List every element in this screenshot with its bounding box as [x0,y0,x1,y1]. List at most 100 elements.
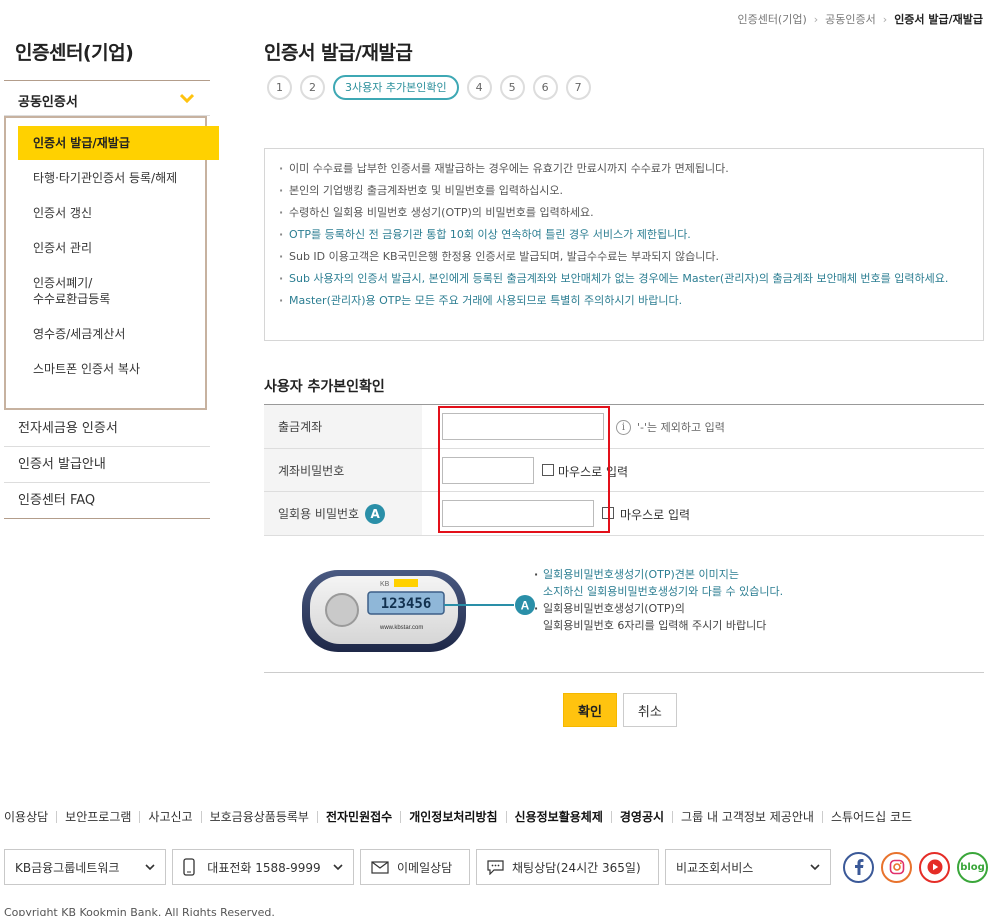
sidebar-submenu: 인증서 발급/재발급 타행·타기관인증서 등록/해제 인증서 갱신 인증서 관리… [4,116,219,410]
otp-note-line: 일회용비밀번호 6자리를 입력해 주시기 바랍니다 [543,619,767,632]
chat-button[interactable]: 채팅상담(24시간 365일) [476,849,659,885]
footer-bar: KB금융그룹네트워크 대표전화 1588-9999 이메일상담 채팅상담(24시… [4,849,988,885]
footer-link[interactable]: 신용정보활용체제 [505,811,611,823]
form-table: 출금계좌 i '-'는 제외하고 입력 계좌비밀번호 마우스로 입력 일회용 비… [264,404,984,536]
phone-icon [183,858,195,876]
footer-link[interactable]: 보안프로그램 [56,811,139,823]
notice-item: 수령하신 일회용 비밀번호 생성기(OTP)의 비밀번호를 입력하세요. [279,205,969,221]
sidebar-item-manage[interactable]: 인증서 관리 [6,240,205,256]
sidebar-item-other-cert[interactable]: 타행·타기관인증서 등록/해제 [6,170,205,186]
step-indicator: 1 2 3사용자 추가본인확인 4 5 6 7 [267,75,591,100]
compare-label: 비교조회서비스 [676,860,754,875]
account-hint: i '-'는 제외하고 입력 [616,419,725,435]
social-links: blog [843,851,988,883]
blog-icon[interactable]: blog [957,851,988,883]
account-label: 출금계좌 [264,405,422,448]
otp-device-url: www.kbstar.com [379,625,423,631]
mail-icon [371,860,389,874]
breadcrumb-item-center[interactable]: 인증센터(기업) [737,11,806,27]
otp-mouse-input-label[interactable]: 마우스로 입력 [620,506,690,523]
breadcrumb-separator: › [882,13,888,26]
step-2: 2 [300,75,325,100]
phone-label: 대표전화 1588-9999 [207,860,321,875]
notice-item: Sub 사용자의 인증서 발급시, 본인에게 등록된 출금계좌와 보안매체가 없… [279,271,969,287]
highlight-box [438,406,610,533]
password-label: 계좌비밀번호 [264,449,422,491]
form-row-password: 계좌비밀번호 마우스로 입력 [264,449,984,492]
confirm-button[interactable]: 확인 [563,693,617,727]
cancel-button[interactable]: 취소 [622,693,677,727]
phone-select[interactable]: 대표전화 1588-9999 [172,849,354,885]
form-section-title: 사용자 추가본인확인 [264,379,385,395]
notice-item: Sub ID 이용고객은 KB국민은행 한정용 인증서로 발급되며, 발급수수료… [279,249,969,265]
sidebar-section-label: 공동인증서 [18,95,78,110]
notice-box: 이미 수수료를 납부한 인증서를 재발급하는 경우에는 유효기간 만료시까지 수… [264,148,984,341]
notice-item: 본인의 기업뱅킹 출금계좌번호 및 비밀번호를 입력하십시오. [279,183,969,199]
form-row-account: 출금계좌 i '-'는 제외하고 입력 [264,405,984,449]
sidebar-item-renew[interactable]: 인증서 갱신 [6,205,205,221]
sidebar-item-receipt[interactable]: 영수증/세금계산서 [6,326,205,342]
notice-item: 이미 수수료를 납부한 인증서를 재발급하는 경우에는 유효기간 만료시까지 수… [279,161,969,177]
form-buttons: 확인 취소 [563,693,677,727]
step-1: 1 [267,75,292,100]
email-label: 이메일상담 [397,860,453,875]
breadcrumb-item-current: 인증서 발급/재발급 [894,13,983,26]
sidebar-item-issue[interactable]: 인증서 발급/재발급 [18,126,219,160]
page-title: 인증서 발급/재발급 [264,42,413,64]
step-3-active: 3사용자 추가본인확인 [333,75,459,100]
youtube-icon[interactable] [919,851,950,883]
footer-links: 이용상담 보안프로그램 사고신고 보호금융상품등록부 전자민원접수 개인정보처리… [4,811,920,823]
sidebar-section-header[interactable]: 공동인증서 [4,80,210,116]
footer-link[interactable]: 사고신고 [139,811,200,823]
sidebar-item-revoke[interactable]: 인증서폐기/ 수수료환급등록 [6,275,205,307]
step-7: 7 [565,75,591,100]
sidebar-menu: 공동인증서 인증서 발급/재발급 타행·타기관인증서 등록/해제 인증서 갱신 … [4,80,219,410]
otp-badge: A [365,503,386,524]
otp-sample-area: 123456 KB www.kbstar.com A 일회용비밀번호생성기(OT… [264,556,984,673]
form-row-otp: 일회용 비밀번호 A 마우스로 입력 [264,492,984,536]
sidebar-title: 인증센터(기업) [15,42,134,64]
info-icon: i [616,419,631,435]
blog-icon-label: blog [960,861,985,873]
chevron-down-icon [333,863,343,870]
email-button[interactable]: 이메일상담 [360,849,470,885]
otp-device-number: 123456 [381,596,432,612]
footer-link[interactable]: 스튜어드십 코드 [821,811,920,823]
otp-notes: 일회용비밀번호생성기(OTP)견본 이미지는소지하신 일회용비밀번호생성기와 다… [534,566,783,634]
chat-icon [487,859,504,875]
otp-device-badge: A [521,599,530,613]
footer-link[interactable]: 보호금융상품등록부 [200,811,317,823]
notice-item: Master(관리자)용 OTP는 모든 주요 거래에 사용되므로 특별히 주의… [279,293,969,309]
sidebar-link-tax-cert[interactable]: 전자세금용 인증서 [4,411,210,447]
instagram-icon[interactable] [881,851,912,883]
sidebar-link-faq[interactable]: 인증센터 FAQ [4,483,210,519]
otp-label: 일회용 비밀번호 A [264,492,422,535]
sidebar-link-issue-guide[interactable]: 인증서 발급안내 [4,447,210,483]
footer-link[interactable]: 이용상담 [4,811,56,823]
footer-link[interactable]: 전자민원접수 [316,811,400,823]
footer-link[interactable]: 개인정보처리방침 [400,811,505,823]
footer-link[interactable]: 경영공시 [610,811,672,823]
account-hint-text: '-'는 제외하고 입력 [637,421,725,434]
network-select[interactable]: KB금융그룹네트워크 [4,849,166,885]
sidebar-item-smartphone-copy[interactable]: 스마트폰 인증서 복사 [6,361,205,377]
compare-select[interactable]: 비교조회서비스 [665,849,831,885]
chat-label: 채팅상담(24시간 365일) [512,860,641,875]
chevron-down-icon [145,863,155,870]
notice-item: OTP를 등록하신 전 금융기관 통합 10회 이상 연속하여 틀린 경우 서비… [279,227,969,243]
step-6: 6 [532,75,558,100]
breadcrumb-item-cert[interactable]: 공동인증서 [825,11,876,27]
otp-note: 일회용비밀번호생성기(OTP)의일회용비밀번호 6자리를 입력해 주시기 바랍니… [534,600,783,634]
chevron-down-icon [180,93,194,104]
footer-link[interactable]: 그룹 내 고객정보 제공안내 [672,811,822,823]
chevron-down-icon [810,863,820,870]
sidebar-links: 전자세금용 인증서 인증서 발급안내 인증센터 FAQ [4,411,210,519]
otp-note-line: 일회용비밀번호생성기(OTP)견본 이미지는 [543,568,740,581]
otp-label-text: 일회용 비밀번호 [278,507,360,521]
otp-note: 일회용비밀번호생성기(OTP)견본 이미지는소지하신 일회용비밀번호생성기와 다… [534,566,783,600]
network-select-label: KB금융그룹네트워크 [15,860,120,875]
facebook-icon[interactable] [843,851,874,883]
breadcrumb: 인증센터(기업) › 공동인증서 › 인증서 발급/재발급 [737,11,983,27]
otp-device-brand: KB [380,581,390,588]
step-4: 4 [466,75,492,100]
